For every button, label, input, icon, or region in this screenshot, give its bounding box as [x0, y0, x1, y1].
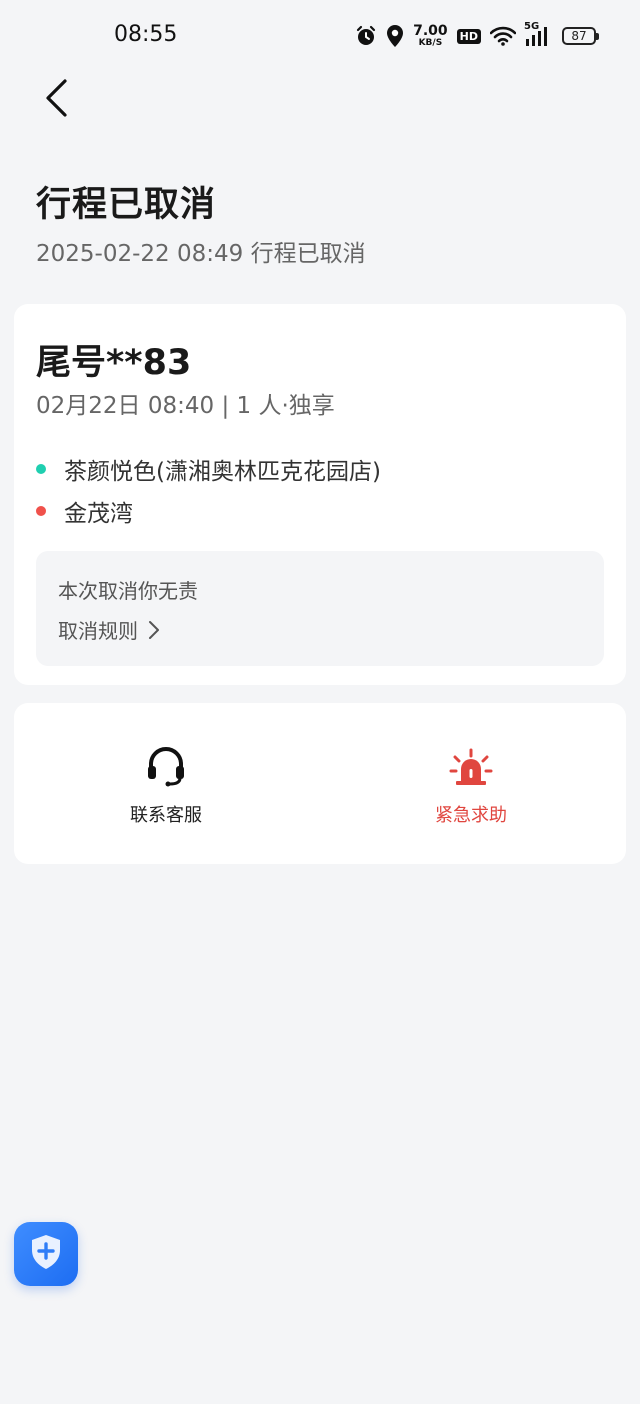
- signal-icon: 5G: [524, 21, 553, 47]
- chevron-left-icon: [43, 78, 69, 122]
- end-location: 金茂湾: [36, 494, 133, 528]
- start-location: 茶颜悦色(潇湘奥林匹克花园店): [36, 452, 381, 486]
- location-icon: [386, 24, 404, 48]
- start-dot-icon: [36, 464, 46, 474]
- battery-level: 87: [571, 29, 587, 43]
- end-location-label: 金茂湾: [64, 501, 133, 527]
- cancel-rules-label: 取消规则: [58, 619, 138, 643]
- siren-icon: [449, 747, 493, 791]
- status-bar: 08:55 7.00 KB/S HD 5G 87: [0, 0, 640, 72]
- battery-icon: 87: [562, 27, 599, 45]
- network-label: 5G: [524, 21, 540, 32]
- end-dot-icon: [36, 506, 46, 516]
- start-location-label: 茶颜悦色(潇湘奥林匹克花园店): [64, 459, 381, 485]
- status-time: 08:55: [114, 22, 178, 47]
- notice-text: 本次取消你无责: [58, 579, 198, 603]
- net-speed: 7.00 KB/S: [413, 24, 448, 48]
- emergency-help-label: 紧急求助: [435, 805, 507, 826]
- page-subtitle: 2025-02-22 08:49 行程已取消: [36, 241, 366, 267]
- trip-meta: 02月22日 08:40 | 1 人·独享: [36, 393, 335, 419]
- net-speed-value: 7.00: [413, 23, 448, 39]
- chevron-right-icon: [148, 620, 160, 640]
- actions-card: 联系客服 紧急求助: [14, 703, 626, 864]
- contact-service-label: 联系客服: [130, 805, 202, 826]
- back-button[interactable]: [34, 78, 78, 122]
- alarm-icon: [355, 25, 377, 47]
- headset-icon: [145, 747, 187, 791]
- trip-card: 尾号**83 02月22日 08:40 | 1 人·独享 茶颜悦色(潇湘奥林匹克…: [14, 304, 626, 685]
- wifi-icon: [490, 26, 516, 46]
- cancel-notice: 本次取消你无责 取消规则: [36, 551, 604, 666]
- status-icons: 7.00 KB/S HD 5G 87: [355, 21, 599, 50]
- emergency-help-button[interactable]: 紧急求助: [371, 747, 571, 827]
- net-speed-unit: KB/S: [418, 38, 443, 48]
- safety-center-button[interactable]: [14, 1222, 78, 1286]
- page-title: 行程已取消: [36, 185, 217, 225]
- shield-plus-icon: [29, 1233, 63, 1275]
- contact-service-button[interactable]: 联系客服: [66, 747, 266, 827]
- hd-badge: HD: [456, 28, 481, 44]
- cancel-rules-link[interactable]: 取消规则: [58, 615, 160, 644]
- plate-number: 尾号**83: [36, 343, 192, 383]
